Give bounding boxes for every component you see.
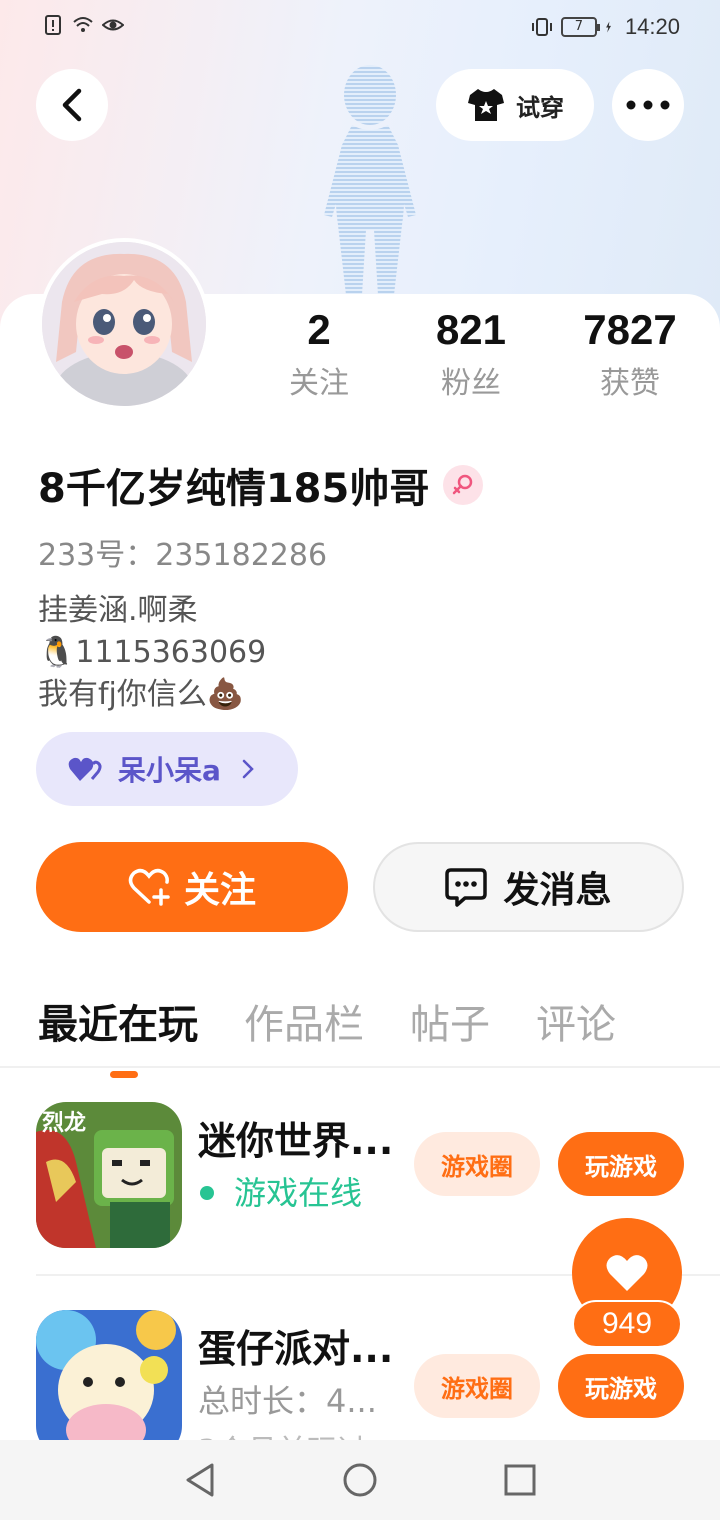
game-name: 蛋仔派对... xyxy=(198,1327,394,1371)
tshirt-icon xyxy=(468,89,504,121)
female-gender-icon xyxy=(443,465,484,505)
more-options-button[interactable] xyxy=(612,69,684,141)
more-dots-icon xyxy=(626,100,670,110)
play-game-button[interactable]: 玩游戏 xyxy=(558,1354,684,1418)
tab-works[interactable]: 作品栏 xyxy=(244,992,364,1056)
chevron-left-icon xyxy=(62,88,82,122)
chat-bubble-icon xyxy=(445,868,488,907)
game-online-status: 游戏在线 xyxy=(234,1174,363,1212)
try-on-button[interactable]: 试穿 xyxy=(436,69,594,141)
avatar-image xyxy=(42,242,206,406)
stat-likes[interactable]: 7827 获赞 xyxy=(560,306,700,402)
avatar-3d-figure xyxy=(324,65,416,295)
status-time: 14:20 xyxy=(624,14,680,39)
game-circle-button[interactable]: 游戏圈 xyxy=(414,1132,540,1196)
alert-icon xyxy=(45,15,61,35)
vibrate-icon xyxy=(531,18,552,36)
like-count: 949 xyxy=(572,1300,682,1348)
battery-level: 7 xyxy=(574,19,584,34)
game-name: 迷你世界... xyxy=(198,1119,394,1163)
profile-tabs: 最近在玩 作品栏 帖子 评论 xyxy=(38,992,616,1078)
relationship-tag[interactable]: 呆小呆a xyxy=(36,732,298,806)
back-button[interactable] xyxy=(36,69,108,141)
chevron-right-icon xyxy=(242,759,254,779)
battery-icon: 7 xyxy=(560,17,600,37)
send-message-label: 发消息 xyxy=(503,870,612,911)
nav-home-icon[interactable] xyxy=(340,1460,380,1500)
try-on-label: 试穿 xyxy=(516,93,564,122)
system-navigation-bar xyxy=(0,1440,720,1520)
game-circle-button[interactable]: 游戏圈 xyxy=(414,1354,540,1418)
bio: 挂姜涵.啊柔 🐧1115363069 我有fj你信么💩 xyxy=(38,590,266,716)
likes-label: 获赞 xyxy=(600,366,660,401)
bio-line: 🐧1115363069 xyxy=(38,635,267,670)
bio-line: 挂姜涵.啊柔 xyxy=(38,593,198,628)
bio-line: 我有fj你信么💩 xyxy=(38,677,245,712)
relationship-tag-label: 呆小呆a xyxy=(118,754,221,787)
avatar[interactable] xyxy=(38,238,210,410)
stat-followers[interactable]: 821 粉丝 xyxy=(401,306,541,402)
send-message-button[interactable]: 发消息 xyxy=(373,842,684,932)
wifi-icon xyxy=(73,17,93,32)
game-icon-eggy-party[interactable] xyxy=(36,1310,182,1440)
status-bar: 7 14:20 xyxy=(0,0,720,56)
username-row: 8千亿岁纯情185帅哥 xyxy=(38,456,484,514)
divider xyxy=(0,1066,720,1068)
game-playtime: 总时长：4... xyxy=(198,1382,377,1420)
likes-count: 7827 xyxy=(583,306,677,353)
online-status-dot xyxy=(200,1186,214,1200)
tab-recently-played[interactable]: 最近在玩 xyxy=(38,992,198,1078)
stat-following[interactable]: 2 关注 xyxy=(249,306,389,402)
charging-icon xyxy=(606,21,611,33)
play-game-button[interactable]: 玩游戏 xyxy=(558,1132,684,1196)
user-id: 233号：235182286 xyxy=(38,538,328,573)
svg-text:烈龙: 烈龙 xyxy=(42,1111,86,1136)
heart-icon xyxy=(606,1255,648,1291)
eye-icon xyxy=(102,19,124,31)
tab-posts[interactable]: 帖子 xyxy=(410,992,490,1056)
follow-label: 关注 xyxy=(183,870,256,911)
following-count: 2 xyxy=(307,306,331,353)
followers-count: 821 xyxy=(435,306,507,353)
following-label: 关注 xyxy=(289,366,349,401)
nav-back-icon[interactable] xyxy=(182,1460,222,1500)
heart-pair-icon xyxy=(68,757,102,781)
heart-plus-icon xyxy=(128,868,170,906)
follow-button[interactable]: 关注 xyxy=(36,842,348,932)
followers-label: 粉丝 xyxy=(441,366,501,401)
nav-recents-icon[interactable] xyxy=(500,1460,540,1500)
game-last-played: 3个月前玩过 xyxy=(198,1426,367,1440)
username: 8千亿岁纯情185帅哥 xyxy=(38,466,430,512)
game-icon-mini-world[interactable]: 烈龙 xyxy=(36,1102,182,1248)
tab-comments[interactable]: 评论 xyxy=(536,992,616,1056)
